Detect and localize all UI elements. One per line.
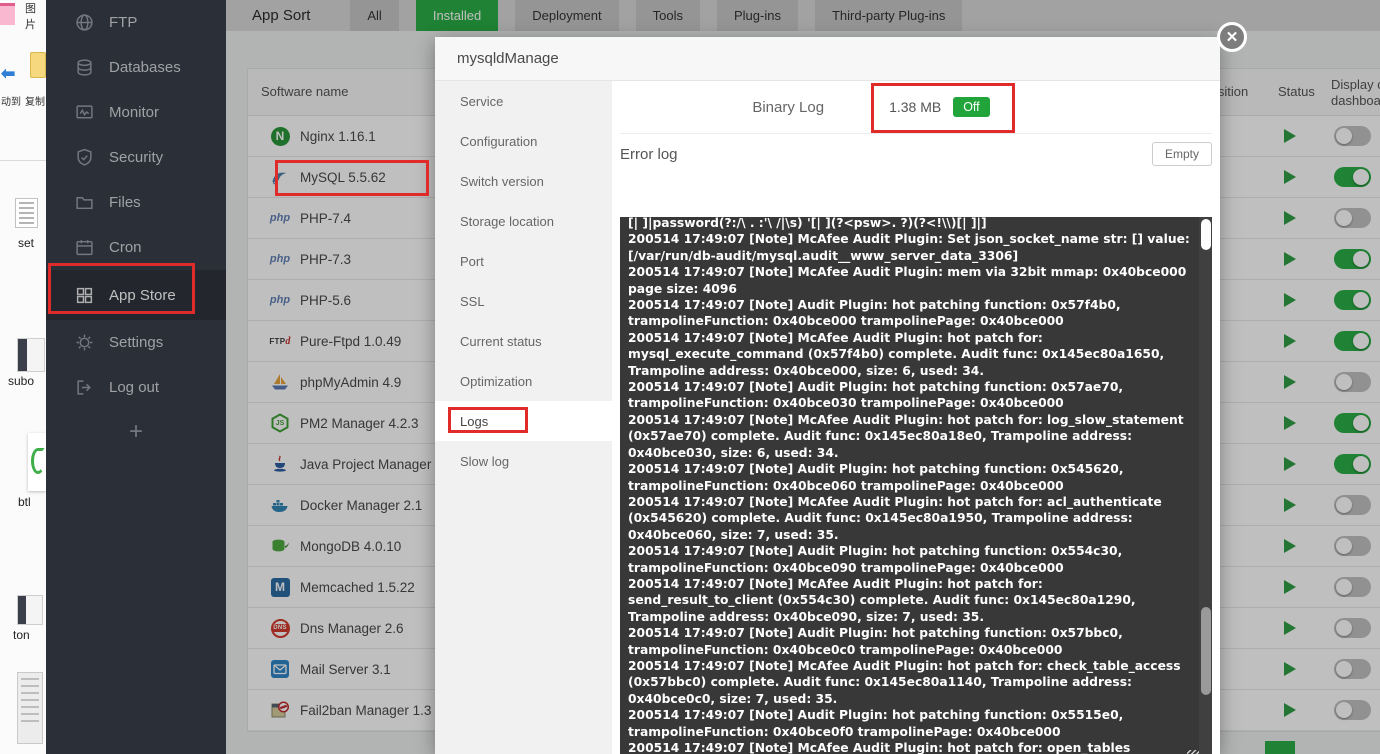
binary-log-row: Binary Log 1.38 MB Off (567, 81, 1175, 133)
binary-log-size: 1.38 MB (889, 99, 941, 115)
empty-log-button[interactable]: Empty (1152, 142, 1212, 166)
menu-item-ssl[interactable]: SSL (435, 281, 612, 321)
screenshot-thumbnail-icon[interactable] (17, 338, 45, 372)
scrollbar-thumb[interactable] (1201, 607, 1211, 695)
mysqld-manage-modal: mysqldManage ✕ Service Configuration Swi… (435, 37, 1220, 754)
copy-label: 复制 (25, 93, 45, 108)
error-log-console-text[interactable]: [| ]|password(?:/\ . :'\ /|\s) '[| ](?<p… (620, 217, 1198, 754)
error-log-console[interactable]: [| ]|password(?:/\ . :'\ /|\s) '[| ](?<p… (620, 217, 1212, 754)
desktop-pink-icon[interactable] (0, 3, 15, 25)
modal-title: mysqldManage (457, 50, 559, 67)
binary-log-toggle-button[interactable]: Off (953, 97, 989, 117)
menu-item-storage-location[interactable]: Storage location (435, 201, 612, 241)
ton-file-label: ton (13, 628, 30, 642)
folder-icon[interactable] (30, 52, 46, 78)
subo-file-label: subo (8, 374, 34, 388)
scrollbar-top-thumb[interactable] (1201, 219, 1211, 250)
modal-content: Binary Log 1.38 MB Off Error log Empty [… (612, 81, 1220, 754)
set-file-label: set (18, 236, 34, 250)
screenshot-thumbnail-icon[interactable] (17, 595, 43, 625)
menu-item-current-status[interactable]: Current status (435, 321, 612, 361)
console-scrollbar[interactable] (1199, 217, 1212, 754)
modal-menu: Service Configuration Switch version Sto… (435, 81, 612, 754)
document-thumbnail-icon[interactable] (17, 672, 43, 744)
btl-file-label: btl (18, 495, 31, 509)
divider (0, 160, 46, 161)
menu-item-port[interactable]: Port (435, 241, 612, 281)
menu-item-logs[interactable]: Logs (435, 401, 612, 441)
modal-header: mysqldManage (435, 37, 1220, 81)
close-button[interactable]: ✕ (1217, 22, 1247, 52)
document-file-icon[interactable] (15, 198, 38, 228)
menu-item-optimization[interactable]: Optimization (435, 361, 612, 401)
binary-log-label: Binary Log (752, 99, 824, 116)
btl-logo-icon (31, 448, 45, 474)
textarea-resize-handle[interactable] (1187, 750, 1199, 754)
menu-item-switch-version[interactable]: Switch version (435, 161, 612, 201)
close-icon: ✕ (1226, 28, 1239, 46)
move-to-label: 动到 (1, 93, 21, 108)
desktop-strip: 图片 ⬅ 动到 复制 set subo btl ton (0, 0, 46, 754)
desktop-top-label: 图片 (25, 0, 46, 32)
screen: 图片 ⬅ 动到 复制 set subo btl ton FTP Database… (0, 0, 1380, 754)
error-log-label: Error log (620, 146, 678, 163)
error-log-row: Error log Empty (612, 134, 1220, 174)
menu-item-slow-log[interactable]: Slow log (435, 441, 612, 481)
back-arrow-icon[interactable]: ⬅ (1, 64, 15, 84)
